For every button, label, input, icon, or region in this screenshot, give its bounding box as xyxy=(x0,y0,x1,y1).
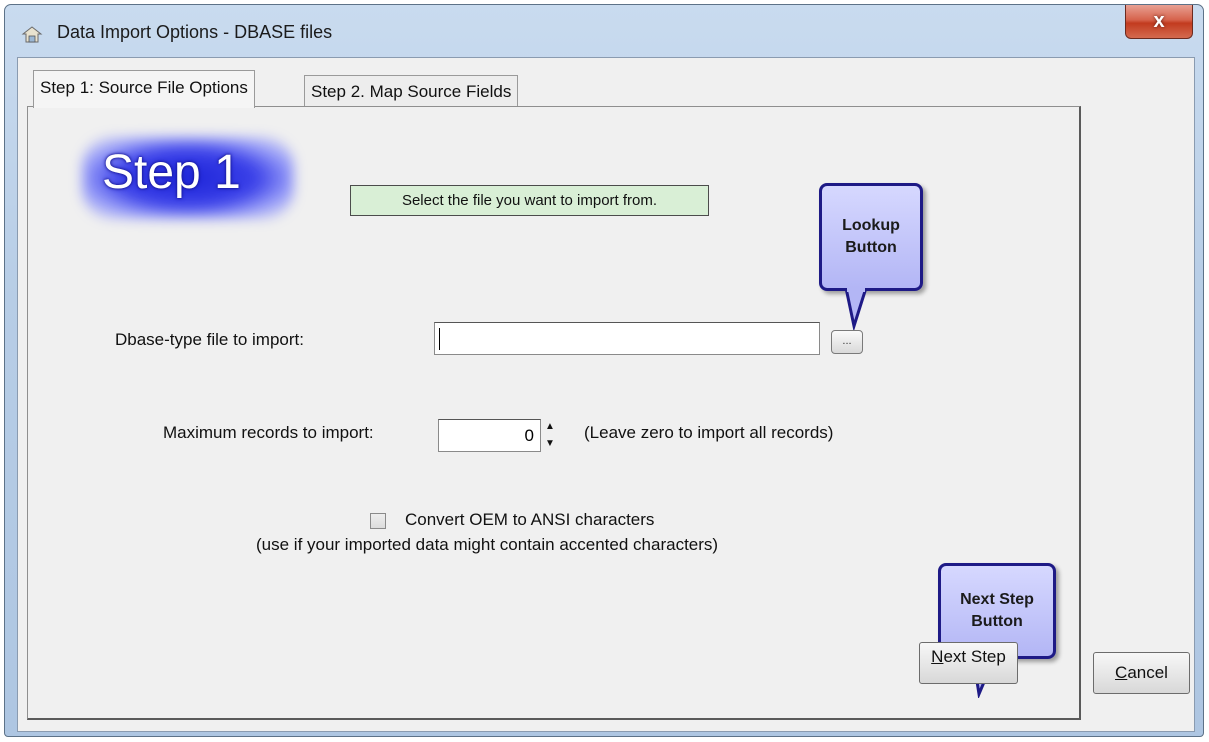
lookup-callout: Lookup Button xyxy=(819,183,923,330)
max-records-input[interactable]: 0 xyxy=(438,419,541,452)
close-button[interactable]: x xyxy=(1125,5,1193,39)
close-icon: x xyxy=(1153,10,1165,32)
cancel-label: ancel xyxy=(1127,663,1168,682)
window-title: Data Import Options - DBASE files xyxy=(57,22,333,42)
max-records-label: Maximum records to import: xyxy=(163,423,374,442)
convert-oem-label[interactable]: Convert OEM to ANSI characters xyxy=(405,510,654,530)
tab-step-2[interactable]: Step 2. Map Source Fields xyxy=(304,75,519,108)
spin-up-icon[interactable]: ▲ xyxy=(543,419,557,435)
step-badge: Step 1 xyxy=(82,137,294,219)
lookup-button[interactable]: ... xyxy=(831,330,863,354)
max-records-note: (Leave zero to import all records) xyxy=(584,423,834,442)
dialog-client-area: Step 1: Source File Options Step 2. Map … xyxy=(17,57,1195,732)
file-path-input[interactable] xyxy=(434,322,820,355)
next-step-mnemonic: N xyxy=(931,647,944,666)
next-step-button[interactable]: Next Step xyxy=(919,642,1018,684)
spin-down-icon[interactable]: ▼ xyxy=(543,436,557,452)
callout-pointer xyxy=(844,288,868,330)
tab-panel: Step 1 Select the file you want to impor… xyxy=(27,106,1081,720)
step-badge-text: Step 1 xyxy=(102,146,241,199)
lookup-callout-text: Lookup Button xyxy=(842,217,900,256)
next-step-callout-text: Next Step Button xyxy=(960,591,1034,630)
convert-oem-note: (use if your imported data might contain… xyxy=(256,535,719,554)
import-icon xyxy=(21,26,43,43)
instruction-hint: Select the file you want to import from. xyxy=(350,185,709,216)
cancel-mnemonic: C xyxy=(1115,663,1128,682)
file-field-label: Dbase-type file to import: xyxy=(115,330,304,349)
title-bar[interactable]: Data Import Options - DBASE files x xyxy=(5,5,1203,57)
cancel-button[interactable]: Cancel xyxy=(1093,652,1190,694)
convert-oem-checkbox[interactable] xyxy=(370,513,386,529)
max-records-stepper[interactable]: ▲ ▼ xyxy=(543,419,557,452)
dialog-window: Data Import Options - DBASE files x Step… xyxy=(4,4,1204,737)
tab-step-1[interactable]: Step 1: Source File Options xyxy=(33,70,255,108)
next-step-label: ext Step xyxy=(943,647,1006,666)
